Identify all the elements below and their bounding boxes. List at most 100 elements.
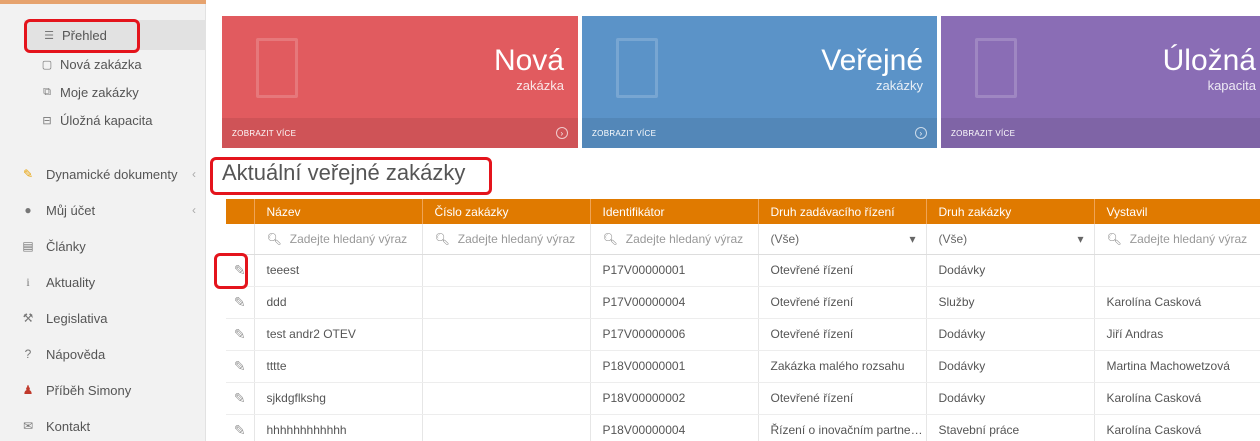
tile-footer-label: ZOBRAZIT VÍCE bbox=[592, 128, 657, 138]
search-placeholder: Zadejte hledaný výraz bbox=[289, 231, 408, 246]
table-cell: test andr2 OTEV bbox=[254, 318, 423, 351]
select-value: (Vše) bbox=[938, 231, 968, 246]
table-cell bbox=[422, 318, 591, 351]
table-cell bbox=[422, 382, 591, 415]
sidebar-item-kontakt[interactable]: ✉ Kontakt bbox=[20, 408, 196, 441]
table-cell: Karolína Casková bbox=[1094, 414, 1260, 441]
pencil-icon[interactable]: ✎ bbox=[226, 382, 255, 415]
table-cell: P17V00000004 bbox=[590, 286, 759, 319]
document-icon bbox=[256, 38, 298, 98]
column-header-identifikator[interactable]: Identifikátor bbox=[590, 199, 759, 224]
storage-icon bbox=[975, 38, 1017, 98]
table-cell bbox=[422, 414, 591, 441]
table-cell: Karolína Casková bbox=[1094, 382, 1260, 415]
sidebar-item-label: Nápověda bbox=[46, 346, 106, 362]
table-cell: hhhhhhhhhhhh bbox=[254, 414, 423, 441]
sidebar-item-nova-zakazka[interactable]: ▢ Nová zakázka bbox=[40, 53, 142, 75]
tile-nova-zakazka[interactable]: Nová zakázka ZOBRAZIT VÍCE › bbox=[222, 16, 578, 148]
table-row[interactable]: ✎ tttte P18V00000001 Zakázka malého rozsahu… bbox=[226, 350, 1260, 383]
sidebar-item-legislativa[interactable]: ⚒ Legislativa bbox=[20, 300, 196, 336]
sidebar-item-pribeh-simony[interactable]: ♟ Příběh Simony bbox=[20, 372, 196, 408]
search-input-cislo[interactable]: 🔍︎ Zadejte hledaný výraz bbox=[422, 224, 591, 255]
search-placeholder: Zadejte hledaný výraz bbox=[457, 231, 576, 246]
tile-ulozna-kapacita[interactable]: Úložná kapacita ZOBRAZIT VÍCE bbox=[941, 16, 1260, 148]
table-cell: P18V00000002 bbox=[590, 382, 759, 415]
select-druh-zakazky[interactable]: (Vše) ▾ bbox=[926, 224, 1095, 255]
column-header-cislo[interactable]: Číslo zakázky bbox=[422, 199, 591, 224]
column-header-nazev[interactable]: Název bbox=[254, 199, 423, 224]
column-header-druh-rizeni[interactable]: Druh zadávacího řízení bbox=[758, 199, 927, 224]
sidebar-item-label: Moje zakázky bbox=[60, 84, 139, 100]
sidebar-top-accent bbox=[0, 0, 206, 4]
column-header-vystavil[interactable]: Vystavil bbox=[1094, 199, 1260, 224]
table-row[interactable]: ✎ ddd P17V00000004 Otevřené řízení Služby Kar… bbox=[226, 286, 1260, 319]
sidebar-item-muj-ucet[interactable]: ● Můj účet ‹ bbox=[20, 192, 196, 228]
sidebar-item-moje-zakazky[interactable]: ⧉ Moje zakázky bbox=[40, 81, 139, 103]
search-placeholder: Zadejte hledaný výraz bbox=[625, 231, 744, 246]
sidebar-item-label: Kontakt bbox=[46, 418, 91, 434]
caret-down-icon: ▾ bbox=[1077, 231, 1084, 246]
tile-subtitle: kapacita bbox=[1207, 78, 1256, 93]
documents-icon bbox=[616, 38, 658, 98]
sidebar-item-label: Příběh Simony bbox=[46, 382, 132, 398]
sidebar-item-label: Aktuality bbox=[46, 274, 96, 290]
sidebar-item-clanky[interactable]: ▤ Články bbox=[20, 228, 196, 264]
sidebar-item-aktuality[interactable]: i Aktuality bbox=[20, 264, 196, 300]
sidebar-item-label: Legislativa bbox=[46, 310, 108, 326]
tile-footer[interactable]: ZOBRAZIT VÍCE › bbox=[222, 118, 578, 148]
table-row[interactable]: ✎ teeest P17V00000001 Otevřené řízení Dodávk… bbox=[226, 254, 1260, 287]
table-cell bbox=[422, 254, 591, 287]
table-cell bbox=[1094, 254, 1260, 287]
pencil-icon[interactable]: ✎ bbox=[226, 318, 255, 351]
sidebar-item-napoveda[interactable]: ? Nápověda bbox=[20, 336, 196, 372]
highlight-box-title bbox=[210, 157, 492, 195]
table-cell bbox=[422, 286, 591, 319]
column-header-druh-zakazky[interactable]: Druh zakázky bbox=[926, 199, 1095, 224]
pencil-icon[interactable]: ✎ bbox=[226, 286, 255, 319]
search-input-vystavil[interactable]: 🔍︎ Zadejte hledaný výraz bbox=[1094, 224, 1260, 255]
select-druh-rizeni[interactable]: (Vše) ▾ bbox=[758, 224, 927, 255]
search-input-nazev[interactable]: 🔍︎ Zadejte hledaný výraz bbox=[254, 224, 423, 255]
sidebar-item-label: Nová zakázka bbox=[60, 56, 142, 72]
search-input-identifikator[interactable]: 🔍︎ Zadejte hledaný výraz bbox=[590, 224, 759, 255]
tile-footer[interactable]: ZOBRAZIT VÍCE › bbox=[582, 118, 937, 148]
sidebar-item-ulozna-kapacita[interactable]: ⊟ Úložná kapacita bbox=[40, 109, 153, 131]
table-cell: tttte bbox=[254, 350, 423, 383]
document-icon: ▢ bbox=[41, 58, 53, 71]
sidebar: ☰ Přehled ▢ Nová zakázka ⧉ Moje zakázky … bbox=[0, 0, 206, 441]
table-cell: Stavební práce bbox=[926, 414, 1095, 441]
table-cell: P17V00000006 bbox=[590, 318, 759, 351]
table-cell: Karolína Casková bbox=[1094, 286, 1260, 319]
tile-title: Nová bbox=[493, 44, 564, 77]
table-cell: P17V00000001 bbox=[590, 254, 759, 287]
pencil-icon[interactable]: ✎ bbox=[226, 350, 255, 383]
highlight-box-edit bbox=[214, 253, 248, 289]
table-cell: Dodávky bbox=[926, 382, 1095, 415]
copy-icon: ⧉ bbox=[43, 85, 51, 98]
tile-subtitle: zakázky bbox=[876, 78, 923, 93]
caret-down-icon: ▾ bbox=[909, 231, 916, 246]
pencil-icon[interactable]: ✎ bbox=[226, 414, 255, 441]
sidebar-item-dynamicke-dokumenty[interactable]: ✎ Dynamické dokumenty ‹ bbox=[20, 156, 196, 192]
sidebar-item-label: Úložná kapacita bbox=[60, 112, 153, 128]
search-icon: 🔍︎ bbox=[602, 231, 618, 246]
select-value: (Vše) bbox=[770, 231, 800, 246]
tile-footer[interactable]: ZOBRAZIT VÍCE bbox=[941, 118, 1260, 148]
table-cell: Otevřené řízení bbox=[758, 382, 927, 415]
user-icon: ● bbox=[24, 203, 32, 217]
table-cell: Martina Machowetzová bbox=[1094, 350, 1260, 383]
table-row[interactable]: ✎ sjkdgflkshg P18V00000002 Otevřené řízení D… bbox=[226, 382, 1260, 415]
sidebar-item-label: Můj účet bbox=[46, 202, 96, 218]
tile-verejne-zakazky[interactable]: Veřejné zakázky ZOBRAZIT VÍCE › bbox=[582, 16, 937, 148]
table-row[interactable]: ✎ test andr2 OTEV P17V00000006 Otevřené říz… bbox=[226, 318, 1260, 351]
search-icon: 🔍︎ bbox=[266, 231, 282, 246]
table-cell: Dodávky bbox=[926, 254, 1095, 287]
edit-icon: ✎ bbox=[22, 167, 34, 181]
zakazky-table: Název Číslo zakázky Identifikátor Druh z… bbox=[226, 199, 1260, 441]
filter-row: 🔍︎ Zadejte hledaný výraz 🔍︎ Zadejte hledan… bbox=[226, 224, 1260, 255]
people-icon: ♟ bbox=[22, 383, 34, 397]
table-cell: P18V00000004 bbox=[590, 414, 759, 441]
table-cell: Dodávky bbox=[926, 318, 1095, 351]
table-row[interactable]: ✎ hhhhhhhhhhhh P18V00000004 Řízení o inovač… bbox=[226, 414, 1260, 441]
sidebar-item-label: Dynamické dokumenty bbox=[46, 166, 178, 182]
